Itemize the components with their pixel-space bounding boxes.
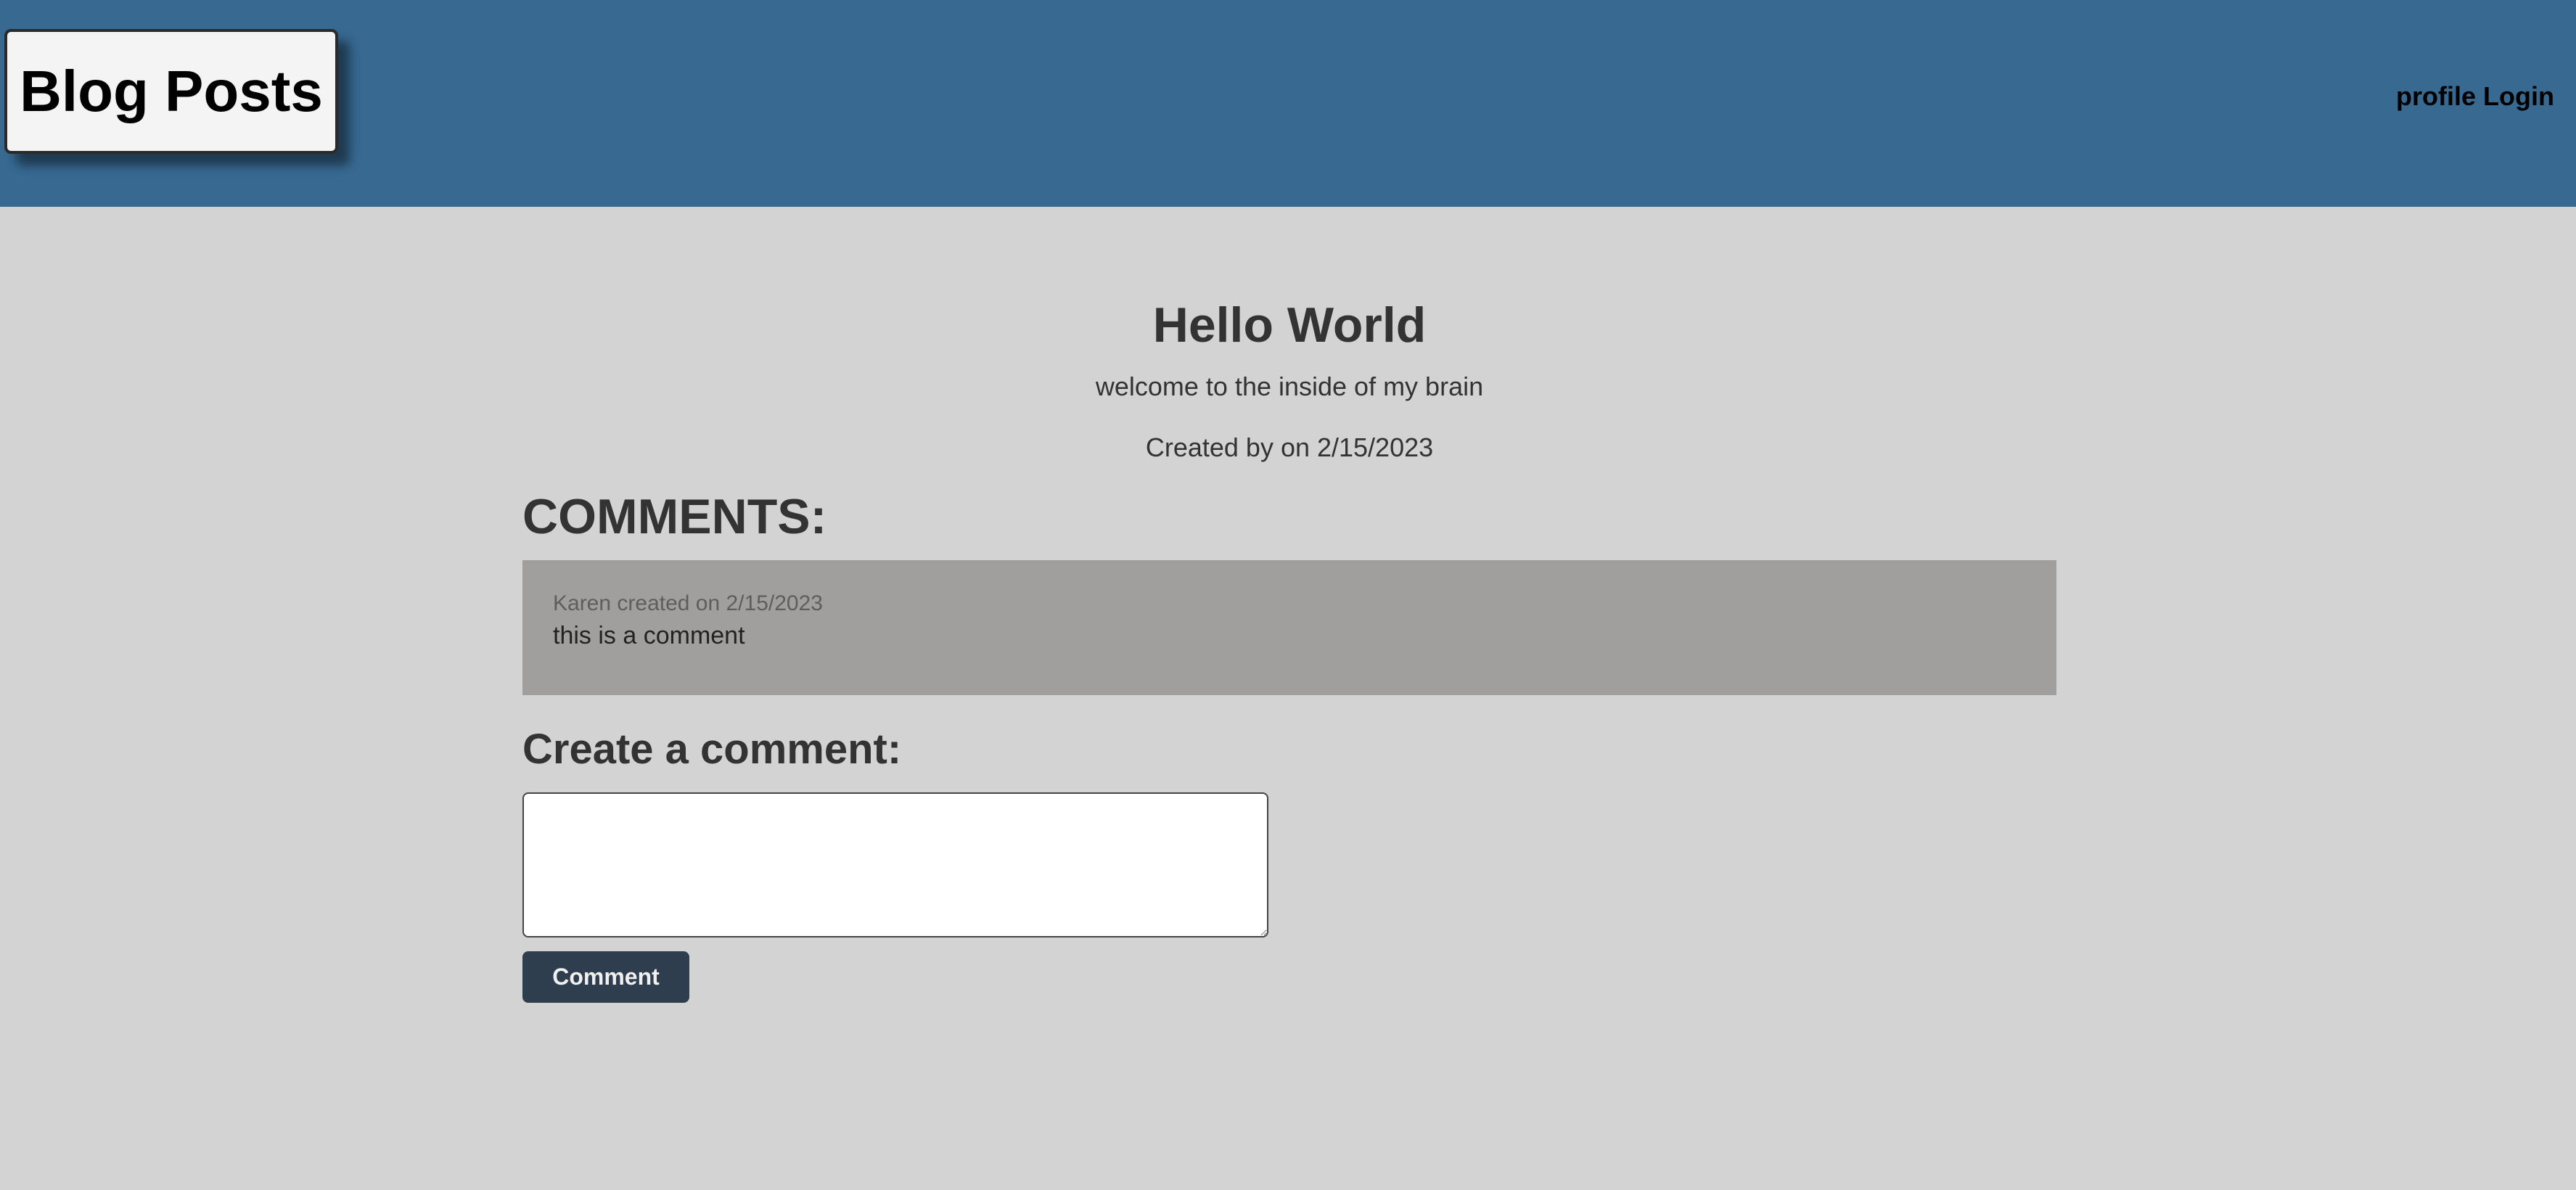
- comment-submit-button[interactable]: Comment: [522, 951, 689, 1003]
- comment-card: Karen created on 2/15/2023 this is a com…: [522, 560, 2056, 695]
- header-nav: profile Login: [2396, 81, 2554, 112]
- comment-input[interactable]: [522, 792, 1268, 937]
- site-header: Blog Posts profile Login: [0, 0, 2576, 207]
- post-meta: Created by on 2/15/2023: [1145, 432, 1434, 462]
- nav-login-link[interactable]: Login: [2483, 81, 2554, 111]
- comment-meta: Karen created on 2/15/2023: [553, 591, 823, 615]
- nav-profile-link[interactable]: profile: [2396, 81, 2476, 111]
- post-subtitle: welcome to the inside of my brain: [1095, 372, 1484, 401]
- comments-heading: COMMENTS:: [522, 489, 827, 544]
- create-comment-heading: Create a comment:: [522, 726, 902, 773]
- post-title: Hello World: [1152, 298, 1427, 353]
- blog-posts-brand-button[interactable]: Blog Posts: [4, 29, 338, 154]
- comment-body: this is a comment: [553, 622, 745, 649]
